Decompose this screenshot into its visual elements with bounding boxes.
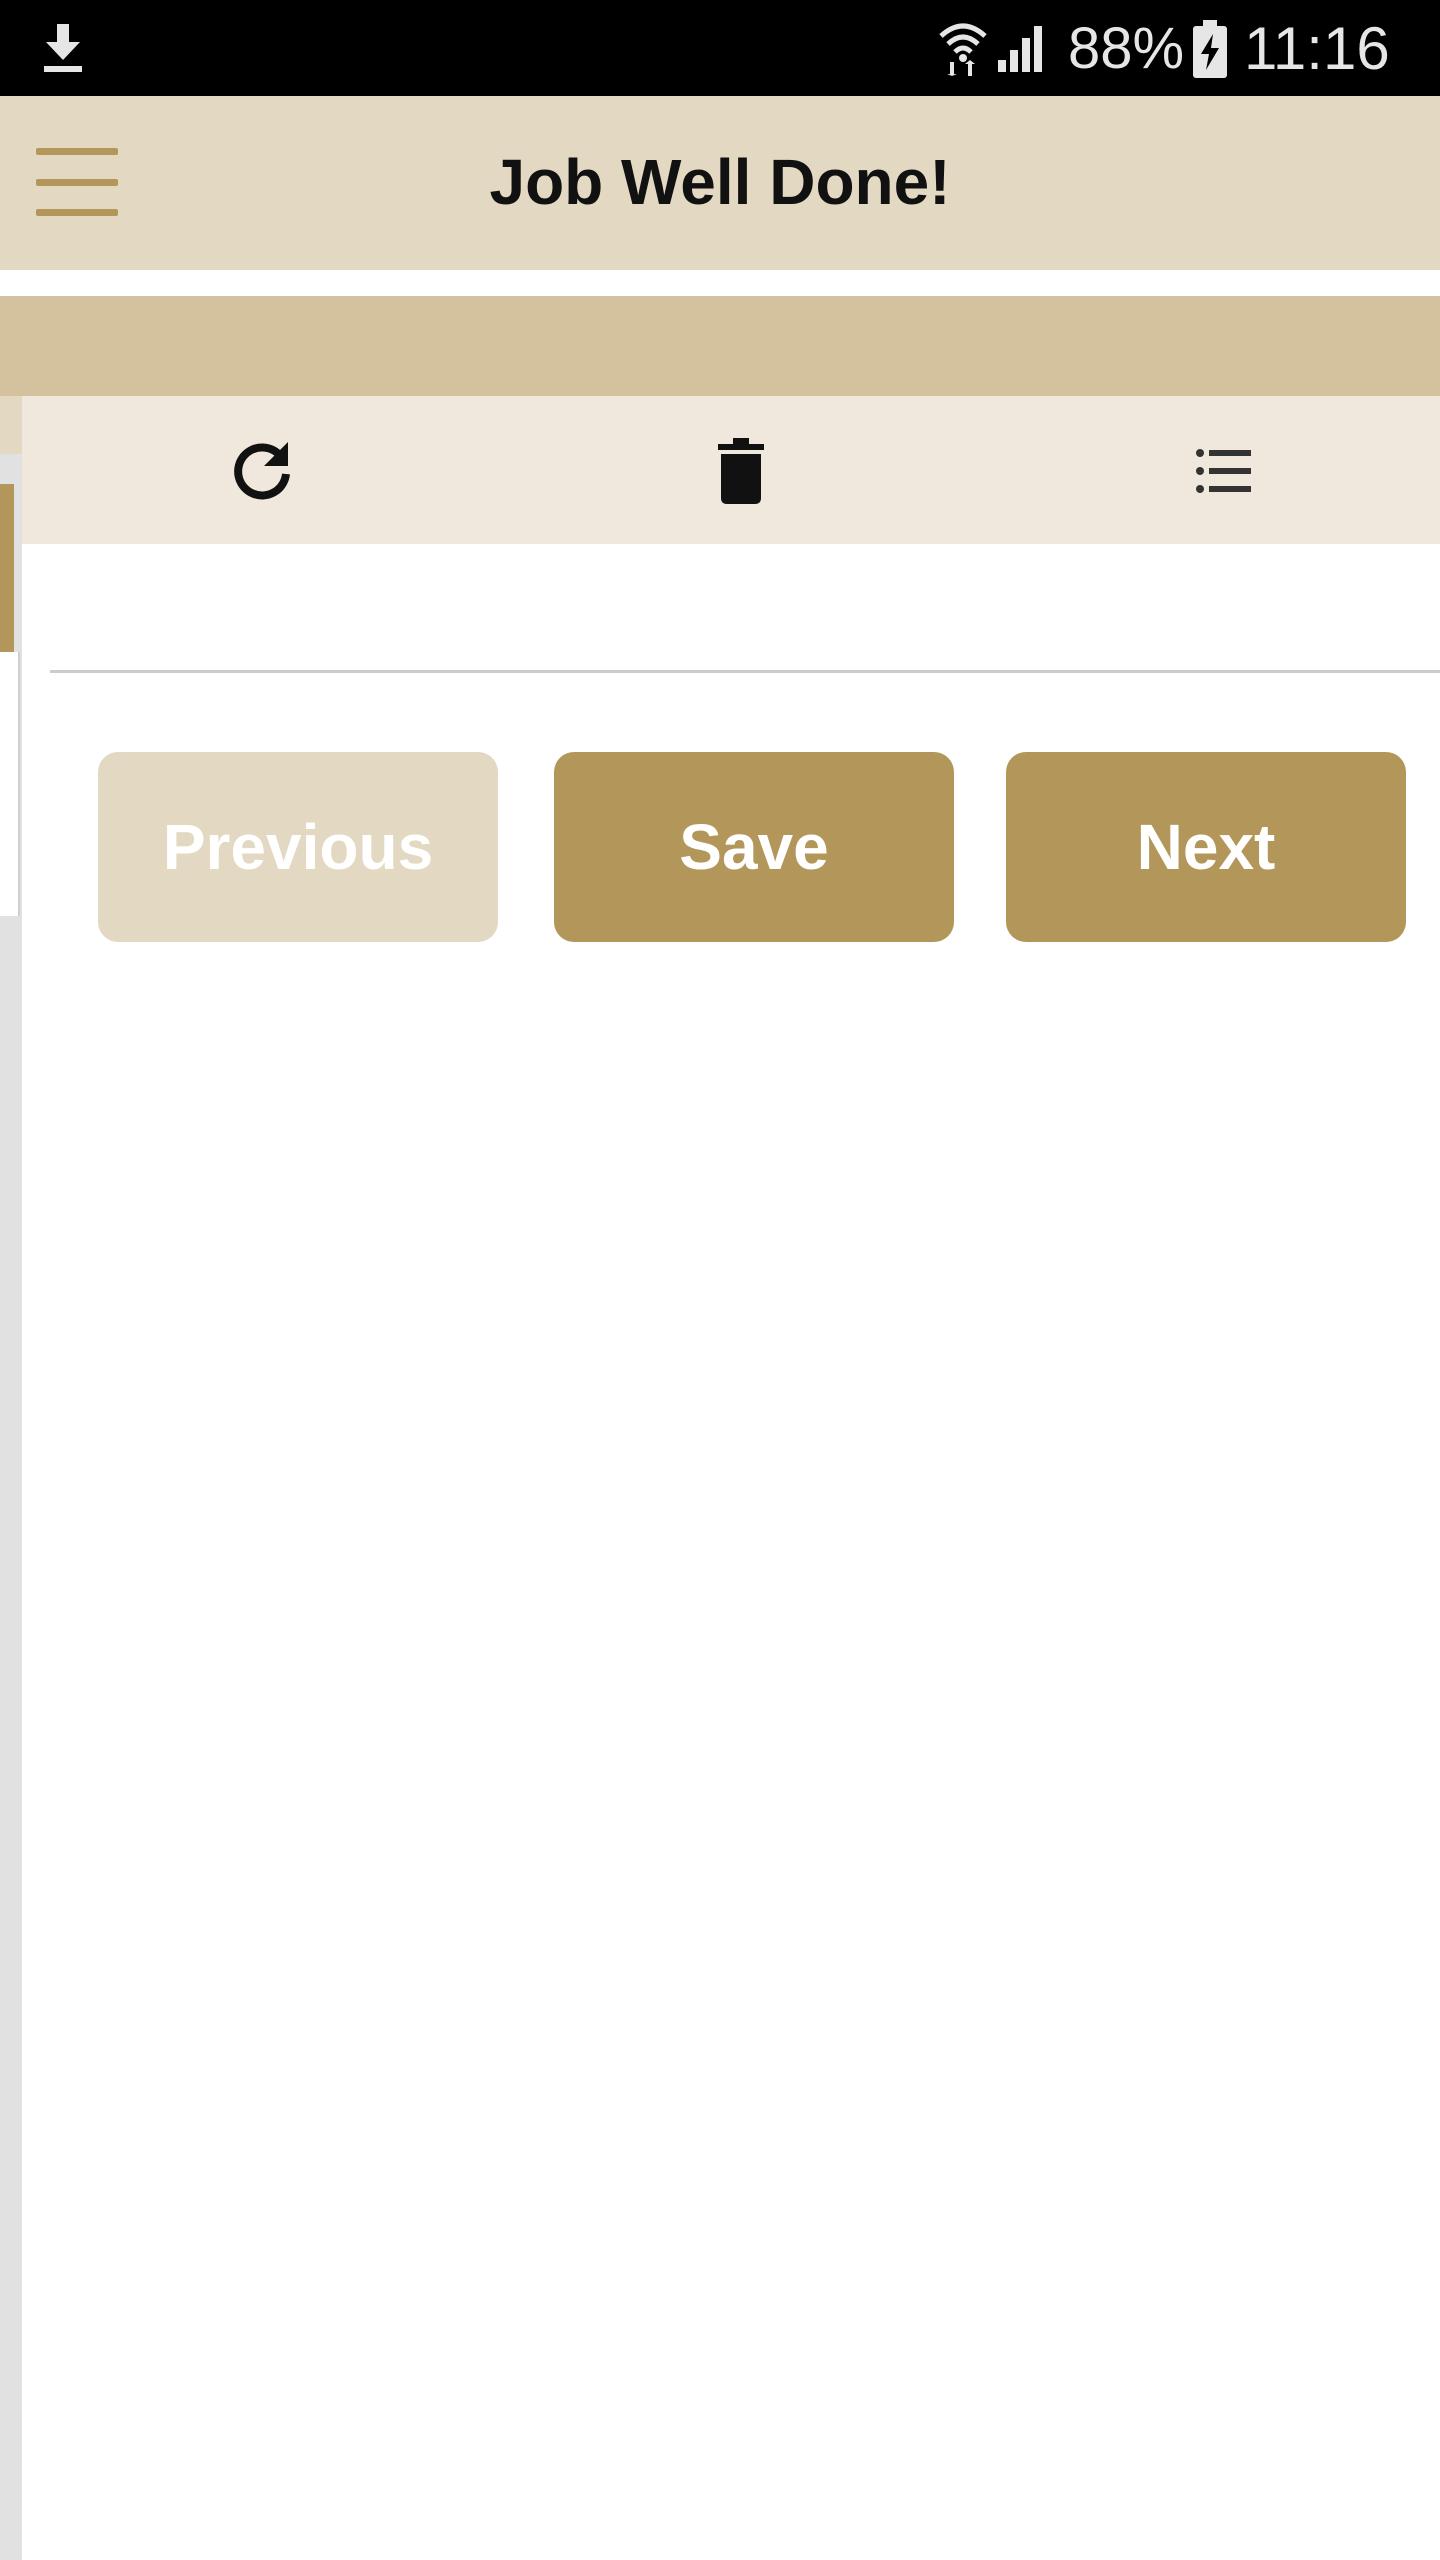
list-icon[interactable] bbox=[1188, 436, 1258, 506]
background-page-edge-top bbox=[0, 270, 22, 296]
previous-button[interactable]: Previous bbox=[98, 752, 498, 942]
background-page-accent bbox=[0, 484, 14, 652]
page-title: Job Well Done! bbox=[489, 146, 951, 218]
status-bar: 88% 11:16 bbox=[0, 0, 1440, 96]
panel-header bbox=[0, 296, 1440, 396]
refresh-icon[interactable] bbox=[228, 436, 298, 506]
entry-text-field[interactable] bbox=[50, 544, 1440, 673]
wifi-icon bbox=[939, 23, 987, 76]
save-button[interactable]: Save bbox=[554, 752, 954, 942]
editor-panel: Previous Save Next bbox=[0, 270, 1440, 2560]
cell-signal-icon bbox=[998, 26, 1042, 72]
clock: 11:16 bbox=[1244, 15, 1390, 82]
app-bar: Job Well Done! bbox=[0, 96, 1440, 270]
trash-icon[interactable] bbox=[706, 436, 776, 506]
next-button[interactable]: Next bbox=[1006, 752, 1406, 942]
action-toolbar bbox=[22, 396, 1440, 544]
navigation-buttons: Previous Save Next bbox=[22, 752, 1440, 942]
background-page-card bbox=[0, 652, 20, 916]
download-icon bbox=[44, 24, 82, 72]
battery-charging-icon bbox=[1193, 20, 1227, 78]
battery-percent: 88% bbox=[1068, 16, 1185, 81]
